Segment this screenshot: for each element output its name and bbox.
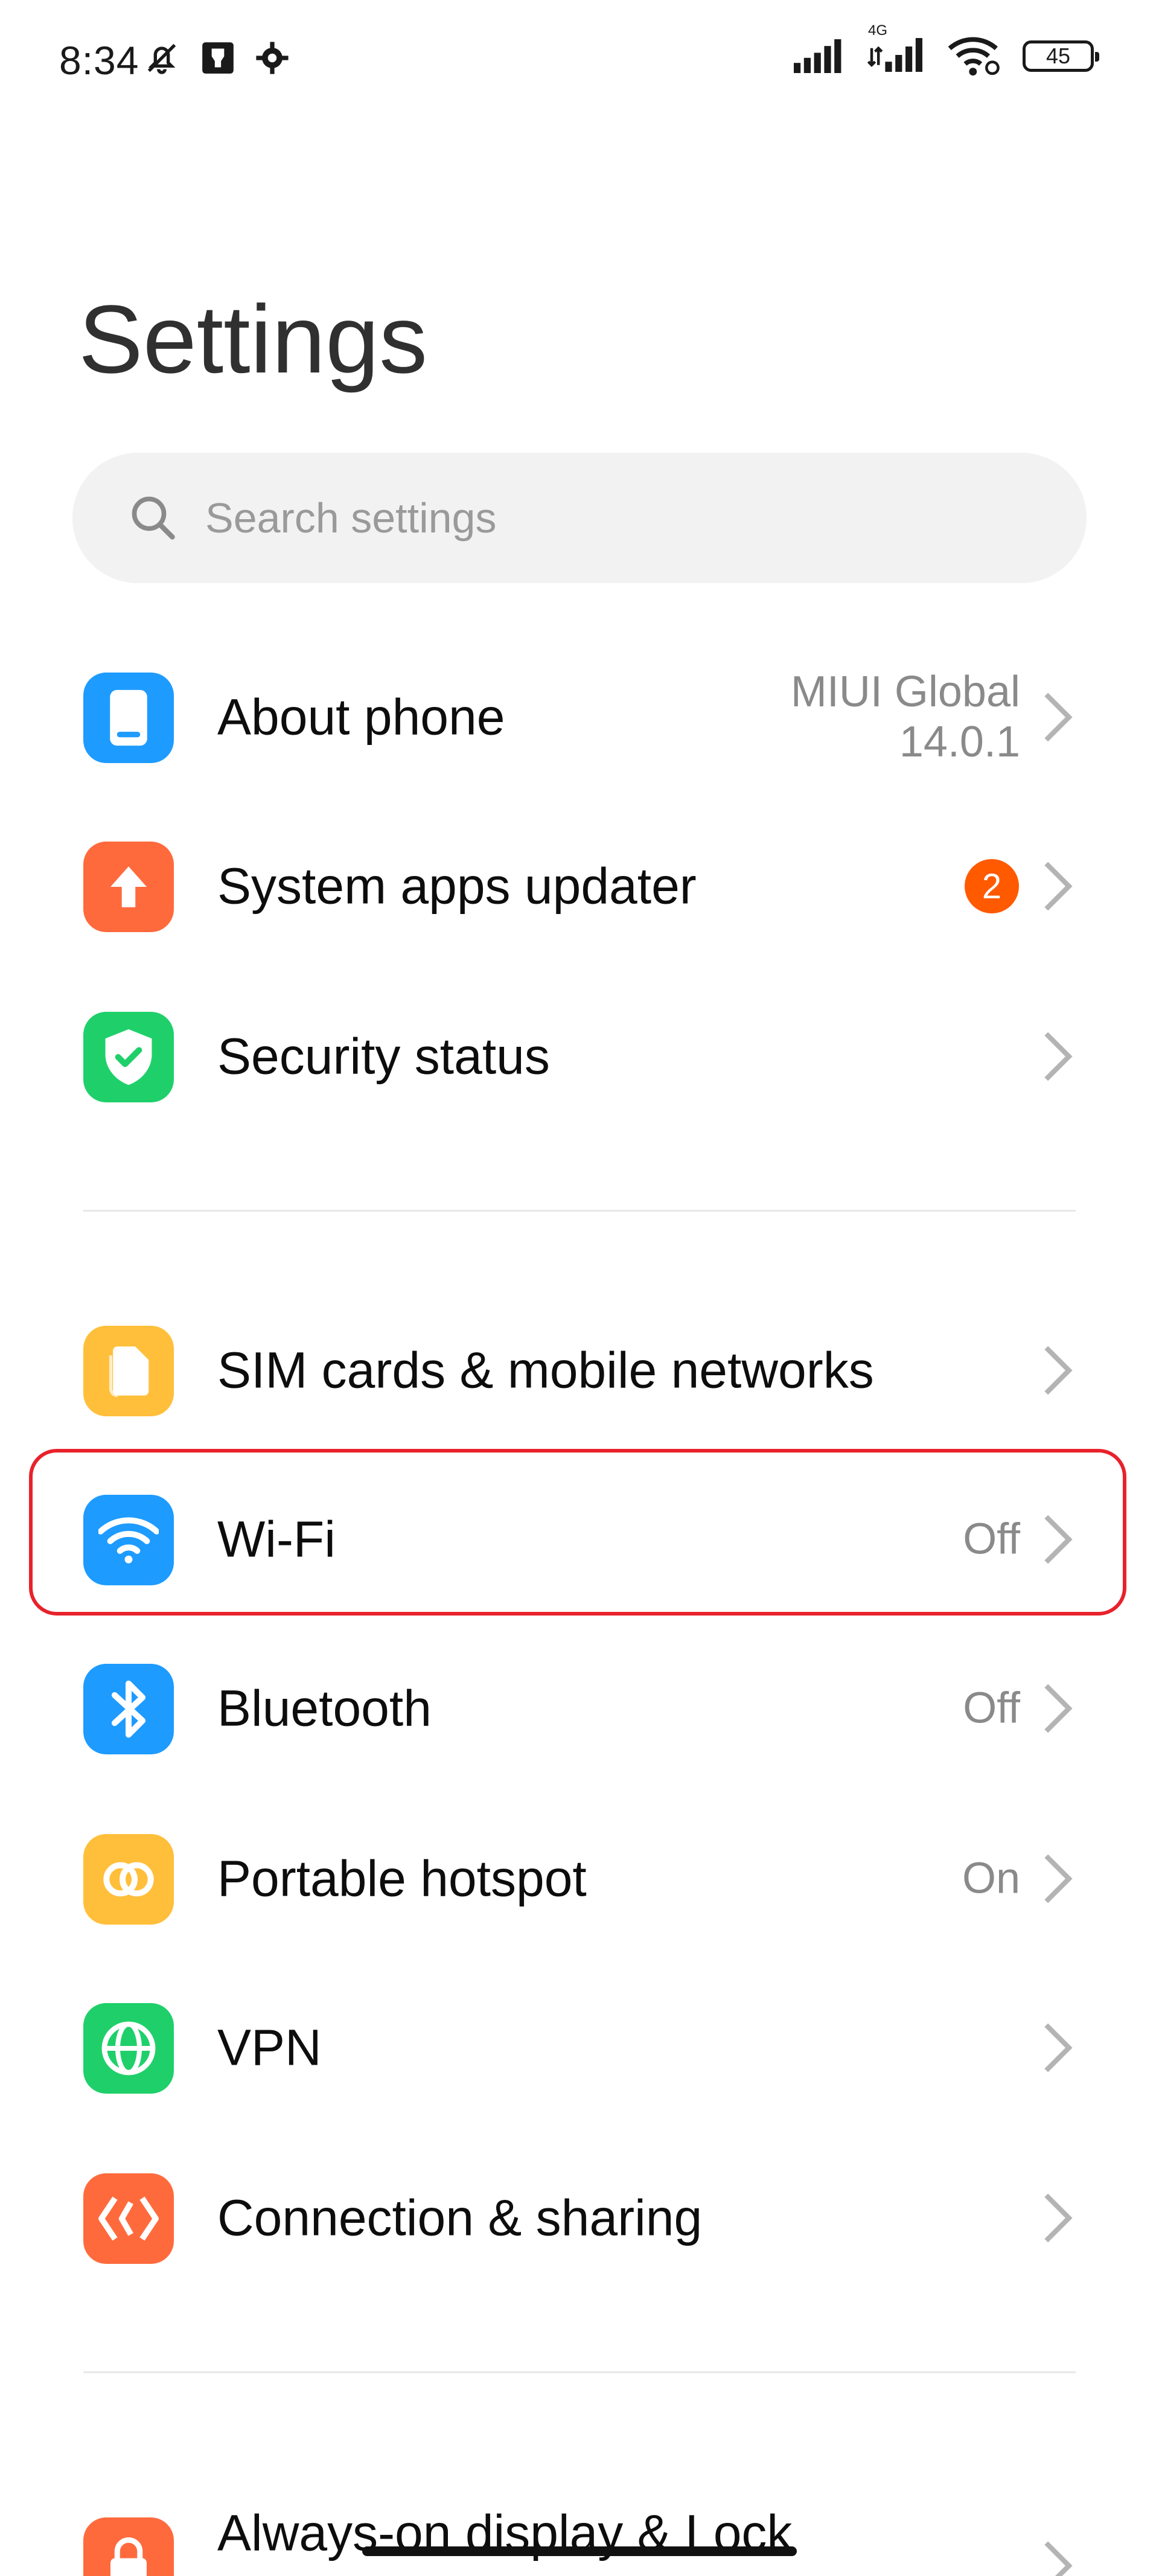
chevron-right-icon bbox=[1044, 861, 1073, 911]
update-count-badge: 2 bbox=[965, 859, 1019, 913]
arrow-up-icon bbox=[83, 842, 174, 932]
settings-item-value: MIUI Global 14.0.1 bbox=[791, 667, 1020, 767]
settings-item-connection-sharing[interactable]: Connection & sharing bbox=[0, 2140, 1159, 2296]
bluetooth-icon bbox=[83, 1664, 174, 1754]
settings-item-label: About phone bbox=[217, 688, 505, 746]
shield-check-icon bbox=[83, 1012, 174, 1102]
battery-icon: 45 bbox=[1023, 40, 1099, 72]
globe-icon bbox=[83, 2003, 174, 2094]
search-icon bbox=[132, 496, 175, 540]
muted-bell-icon bbox=[147, 43, 176, 74]
settings-item-bluetooth[interactable]: Bluetooth Off bbox=[0, 1630, 1159, 1787]
settings-item-label: SIM cards & mobile networks bbox=[217, 1341, 874, 1399]
settings-item-label: System apps updater bbox=[217, 857, 697, 915]
settings-item-sim-cards[interactable]: SIM cards & mobile networks bbox=[0, 1292, 1159, 1449]
settings-item-value: Off bbox=[963, 1684, 1020, 1733]
battery-level: 45 bbox=[1046, 43, 1071, 68]
miui-version-name: MIUI Global bbox=[790, 668, 1020, 717]
section-divider bbox=[83, 1210, 1076, 1212]
section-divider bbox=[83, 2371, 1076, 2373]
search-input[interactable] bbox=[204, 493, 991, 543]
sim-card-icon bbox=[83, 1326, 174, 1416]
settings-item-wifi[interactable]: Wi-Fi Off bbox=[0, 1461, 1159, 1618]
settings-item-vpn[interactable]: VPN bbox=[0, 1969, 1159, 2126]
page-title: Settings bbox=[78, 285, 428, 393]
settings-item-security-status[interactable]: Security status bbox=[0, 978, 1159, 1135]
settings-item-portable-hotspot[interactable]: Portable hotspot On bbox=[0, 1800, 1159, 1957]
settings-item-about-phone[interactable]: About phone MIUI Global 14.0.1 bbox=[0, 639, 1159, 796]
network-4g: 4G bbox=[867, 22, 927, 75]
miui-version-number: 14.0.1 bbox=[899, 718, 1020, 766]
chevron-right-icon bbox=[1044, 2193, 1073, 2243]
settings-item-label: Security status bbox=[217, 1028, 550, 1085]
status-bar: 8:34 4G 45 bbox=[0, 0, 1159, 121]
status-left-icons bbox=[142, 39, 290, 77]
hotspot-icon bbox=[83, 1834, 174, 1925]
settings-item-label: Connection & sharing bbox=[217, 2189, 703, 2246]
signal-bars-icon bbox=[794, 39, 841, 73]
lock-icon bbox=[83, 2517, 174, 2576]
home-indicator[interactable] bbox=[362, 2546, 797, 2556]
chevron-right-icon bbox=[1044, 1032, 1073, 1081]
settings-item-label: Bluetooth bbox=[217, 1680, 432, 1737]
network-type-label: 4G bbox=[868, 22, 888, 39]
settings-item-value: Off bbox=[963, 1515, 1020, 1564]
chevron-right-icon bbox=[1044, 1515, 1073, 1564]
settings-item-label: VPN bbox=[217, 2019, 322, 2076]
search-bar[interactable] bbox=[72, 453, 1087, 583]
chevron-right-icon bbox=[1044, 1854, 1073, 1903]
chevron-right-icon bbox=[1044, 2023, 1073, 2073]
wifi-status-icon bbox=[948, 37, 1000, 76]
phone-icon bbox=[83, 673, 174, 763]
chevron-right-icon bbox=[1044, 1684, 1073, 1733]
gear-icon bbox=[256, 42, 289, 74]
app-notification-icon bbox=[202, 42, 234, 74]
status-time: 8:34 bbox=[59, 38, 139, 83]
connection-sharing-icon bbox=[83, 2173, 174, 2264]
chevron-right-icon bbox=[1044, 1346, 1073, 1395]
settings-item-always-on-display[interactable]: Always-on display & Lock bbox=[0, 2451, 1159, 2576]
status-right-icons: 4G 45 bbox=[792, 22, 1099, 76]
chevron-right-icon bbox=[1044, 2541, 1073, 2576]
signal-4g-icon bbox=[867, 37, 922, 72]
chevron-right-icon bbox=[1044, 692, 1073, 742]
settings-item-label: Wi-Fi bbox=[217, 1510, 336, 1568]
wifi-icon bbox=[83, 1495, 174, 1585]
settings-item-label: Portable hotspot bbox=[217, 1850, 587, 1907]
settings-item-system-apps-updater[interactable]: System apps updater 2 bbox=[0, 808, 1159, 965]
settings-item-value: On bbox=[962, 1854, 1020, 1903]
